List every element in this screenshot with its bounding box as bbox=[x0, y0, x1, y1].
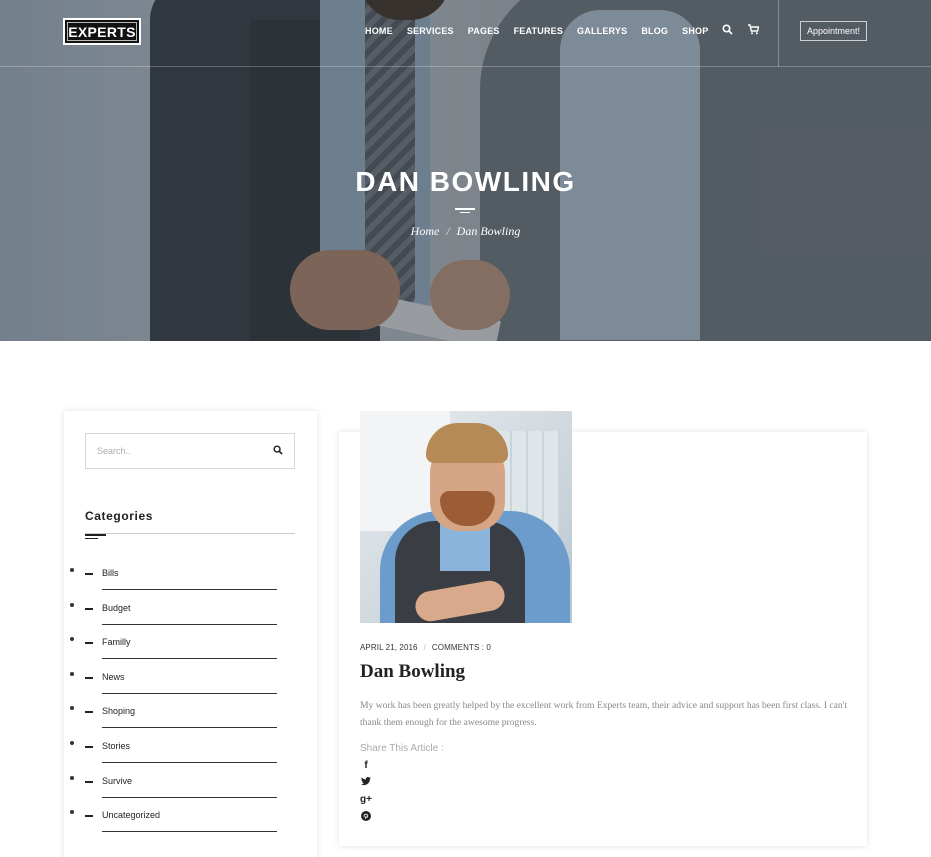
search-input[interactable] bbox=[86, 434, 262, 468]
nav-blog[interactable]: BLOG bbox=[641, 25, 668, 37]
category-item-news[interactable]: News bbox=[85, 665, 285, 700]
dash-icon bbox=[85, 607, 93, 610]
nav-gallerys[interactable]: GALLERYS bbox=[577, 25, 627, 37]
google-plus-icon[interactable]: g+ bbox=[360, 794, 372, 806]
facebook-icon[interactable]: f bbox=[360, 760, 372, 772]
twitter-icon[interactable] bbox=[360, 777, 372, 790]
category-list: Bills Budget Familly News Shoping Storie… bbox=[85, 561, 285, 838]
category-label[interactable]: Survive bbox=[102, 776, 132, 786]
category-item-stories[interactable]: Stories bbox=[85, 734, 285, 769]
breadcrumb-current: Dan Bowling bbox=[456, 224, 521, 238]
nav-services[interactable]: SERVICES bbox=[407, 25, 454, 37]
main-nav: HOME SERVICES PAGES FEATURES GALLERYS BL… bbox=[365, 25, 722, 37]
post-title[interactable]: Dan Bowling bbox=[360, 661, 465, 683]
category-item-survive[interactable]: Survive bbox=[85, 769, 285, 804]
dash-icon bbox=[85, 745, 93, 748]
dash-icon bbox=[85, 780, 93, 783]
dash-icon bbox=[85, 676, 93, 679]
share-label: Share This Article : bbox=[360, 743, 444, 754]
category-label[interactable]: Budget bbox=[102, 603, 131, 613]
category-item-bills[interactable]: Bills bbox=[85, 561, 285, 596]
appointment-button[interactable]: Appointment! bbox=[800, 21, 867, 41]
category-label[interactable]: Uncategorized bbox=[102, 810, 160, 820]
breadcrumb: Home / Dan Bowling bbox=[0, 224, 931, 239]
category-item-uncategorized[interactable]: Uncategorized bbox=[85, 803, 285, 838]
page-title: DAN BOWLING bbox=[355, 166, 576, 197]
category-item-shoping[interactable]: Shoping bbox=[85, 699, 285, 734]
breadcrumb-home[interactable]: Home bbox=[411, 224, 440, 238]
header-divider bbox=[778, 0, 779, 67]
site-header: EXPERTS HOME SERVICES PAGES FEATURES GAL… bbox=[0, 0, 931, 67]
category-label[interactable]: Bills bbox=[102, 568, 119, 578]
dash-icon bbox=[85, 573, 93, 575]
search-icon[interactable] bbox=[262, 444, 294, 458]
category-label[interactable]: Shoping bbox=[102, 706, 135, 716]
pinterest-icon[interactable] bbox=[360, 811, 372, 825]
dash-icon bbox=[85, 711, 93, 714]
nav-features[interactable]: FEATURES bbox=[514, 25, 563, 37]
sidebar-search bbox=[85, 433, 295, 469]
post-meta: APRIL 21, 2016 / COMMENTS : 0 bbox=[360, 643, 491, 652]
meta-separator: / bbox=[423, 643, 426, 652]
nav-home[interactable]: HOME bbox=[365, 25, 393, 37]
categories-heading: Categories bbox=[85, 509, 154, 523]
cart-icon[interactable] bbox=[748, 24, 760, 38]
dash-icon bbox=[85, 642, 93, 645]
nav-shop[interactable]: SHOP bbox=[682, 25, 708, 37]
site-logo[interactable]: EXPERTS bbox=[63, 18, 141, 45]
sidebar: Categories Bills Budget Familly News Sho… bbox=[64, 411, 317, 857]
categories-accent bbox=[85, 534, 106, 536]
post-date[interactable]: APRIL 21, 2016 bbox=[360, 643, 418, 652]
search-icon[interactable] bbox=[722, 24, 733, 38]
dash-icon bbox=[85, 815, 93, 818]
category-item-budget[interactable]: Budget bbox=[85, 596, 285, 631]
post-comments[interactable]: COMMENTS : 0 bbox=[432, 643, 491, 652]
category-label[interactable]: News bbox=[102, 672, 125, 682]
title-divider bbox=[455, 208, 475, 214]
breadcrumb-separator: / bbox=[446, 224, 450, 238]
post-image[interactable] bbox=[360, 411, 572, 623]
post-excerpt: My work has been greatly helped by the e… bbox=[360, 700, 848, 728]
category-label[interactable]: Familly bbox=[102, 637, 131, 647]
category-item-familly[interactable]: Familly bbox=[85, 630, 285, 665]
nav-pages[interactable]: PAGES bbox=[468, 25, 500, 37]
categories-accent bbox=[85, 538, 98, 539]
categories-divider bbox=[85, 533, 295, 534]
category-label[interactable]: Stories bbox=[102, 741, 130, 751]
